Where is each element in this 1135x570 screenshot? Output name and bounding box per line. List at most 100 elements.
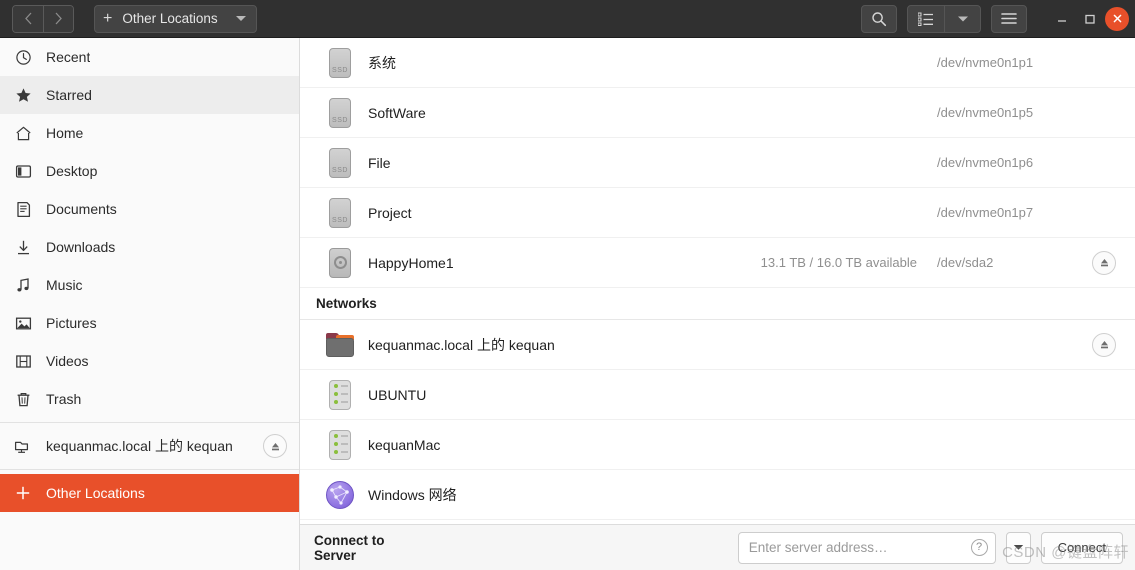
table-row[interactable]: kequanmac.local 上的 kequan [300,320,1135,370]
drive-device: /dev/nvme0n1p6 [937,155,1034,170]
hdd-drive-icon [329,247,351,278]
sidebar-item-label: Music [46,277,83,293]
picture-icon [14,314,32,332]
table-row[interactable]: SSD File /dev/nvme0n1p6 [300,138,1135,188]
table-row[interactable]: Windows 网络 [300,470,1135,520]
sidebar-item-trash[interactable]: Trash [0,380,299,418]
eject-icon [271,442,279,450]
sidebar-item-desktop[interactable]: Desktop [0,152,299,190]
path-bar-other-locations-button[interactable]: + Other Locations [94,4,257,33]
drive-name: SoftWare [368,104,426,121]
locations-list: SSD 系统 /dev/nvme0n1p1 SSD SoftWare /dev/… [300,38,1135,524]
minimize-button[interactable] [1049,6,1075,32]
sidebar-item-label: Videos [46,353,89,369]
row-eject-button[interactable] [1092,250,1116,275]
eject-slot [1087,250,1121,275]
server-address-input[interactable] [737,531,996,564]
table-row[interactable]: SSD SoftWare /dev/nvme0n1p5 [300,88,1135,138]
window-body: Recent Starred Home Desktop Documents Do… [0,38,1135,570]
network-icon-cell [316,332,364,357]
sidebar-item-label: Desktop [46,163,98,179]
clock-icon [14,48,32,66]
chevron-down-icon [957,16,968,21]
main-content: SSD 系统 /dev/nvme0n1p1 SSD SoftWare /dev/… [300,38,1135,570]
video-icon [14,352,32,370]
drive-icon-cell: SSD [316,97,364,128]
hamburger-menu-icon [1001,13,1017,24]
network-icon-cell [316,480,364,509]
server-address-field-wrapper: ? [737,531,996,564]
eject-slot [1087,332,1121,357]
sidebar: Recent Starred Home Desktop Documents Do… [0,38,300,570]
header-bar: + Other Locations [0,0,1135,38]
forward-button[interactable] [43,5,73,32]
network-name: kequanMac [368,436,441,453]
search-icon [872,11,887,26]
sidebar-item-recent[interactable]: Recent [0,38,299,76]
drive-icon-cell: SSD [316,47,364,78]
connect-to-server-bar: Connect to Server ? Connect [300,524,1135,570]
row-eject-button[interactable] [1092,332,1116,357]
drive-icon-cell: SSD [316,147,364,178]
file-manager-window: + Other Locations Recent Starred Home De… [0,0,1135,570]
table-row[interactable]: SSD 系统 /dev/nvme0n1p1 [300,38,1135,88]
download-icon [14,238,32,256]
header-right-group [861,4,1129,33]
sidebar-item-downloads[interactable]: Downloads [0,228,299,266]
drive-capacity: 13.1 TB / 16.0 TB available [760,255,917,270]
chevron-right-icon [55,12,62,25]
sidebar-item-pictures[interactable]: Pictures [0,304,299,342]
header-left-group: + Other Locations [6,4,257,33]
connect-button[interactable]: Connect [1040,531,1123,564]
back-button[interactable] [13,5,43,32]
eject-icon [1100,259,1108,267]
table-row[interactable]: HappyHome1 13.1 TB / 16.0 TB available /… [300,238,1135,288]
sidebar-item-home[interactable]: Home [0,114,299,152]
drive-name: Project [368,204,412,221]
list-view-button[interactable] [908,6,944,32]
table-row[interactable]: SSD Project /dev/nvme0n1p7 [300,188,1135,238]
network-folder-icon [326,332,354,357]
plus-icon: + [103,9,113,27]
sidebar-item-label: Home [46,125,84,141]
ssd-icon-label: SSD [332,216,348,224]
sidebar-item-starred[interactable]: Starred [0,76,299,114]
chevron-down-icon [1013,545,1023,550]
server-history-dropdown-button[interactable] [1005,531,1031,564]
sidebar-item-videos[interactable]: Videos [0,342,299,380]
drive-icon-cell: SSD [316,197,364,228]
sidebar-item-label: Trash [46,391,82,407]
network-icon-cell [316,429,364,460]
close-icon [1113,14,1121,23]
view-options-dropdown-button[interactable] [944,5,980,32]
help-icon[interactable]: ? [970,538,988,556]
maximize-icon [1085,14,1095,24]
network-name: UBUNTU [368,386,427,403]
drive-name: HappyHome1 [368,254,454,271]
chevron-left-icon [24,12,31,25]
sidebar-eject-button[interactable] [263,434,287,458]
window-controls [1049,6,1129,32]
sidebar-item-label: Recent [46,49,91,65]
sidebar-item-label: Starred [46,87,92,103]
sidebar-item-music[interactable]: Music [0,266,299,304]
sidebar-item-label: Pictures [46,315,97,331]
drive-device: /dev/sda2 [937,255,994,270]
table-row[interactable]: kequanMac [300,420,1135,470]
sidebar-item-other-locations[interactable]: Other Locations [0,474,299,512]
sidebar-divider [0,422,299,423]
ssd-icon-label: SSD [332,166,348,174]
star-icon [14,86,32,104]
network-name: Windows 网络 [368,486,457,503]
home-icon [14,124,32,142]
sidebar-item-network-mount[interactable]: kequanmac.local 上的 kequan [0,427,299,465]
ssd-drive-icon: SSD [329,147,351,178]
search-button[interactable] [861,4,897,33]
close-button[interactable] [1105,6,1129,31]
table-row[interactable]: UBUNTU [300,370,1135,420]
maximize-button[interactable] [1077,6,1103,32]
trash-icon [14,390,32,408]
server-icon [329,379,351,410]
sidebar-item-documents[interactable]: Documents [0,190,299,228]
main-menu-button[interactable] [991,4,1027,33]
